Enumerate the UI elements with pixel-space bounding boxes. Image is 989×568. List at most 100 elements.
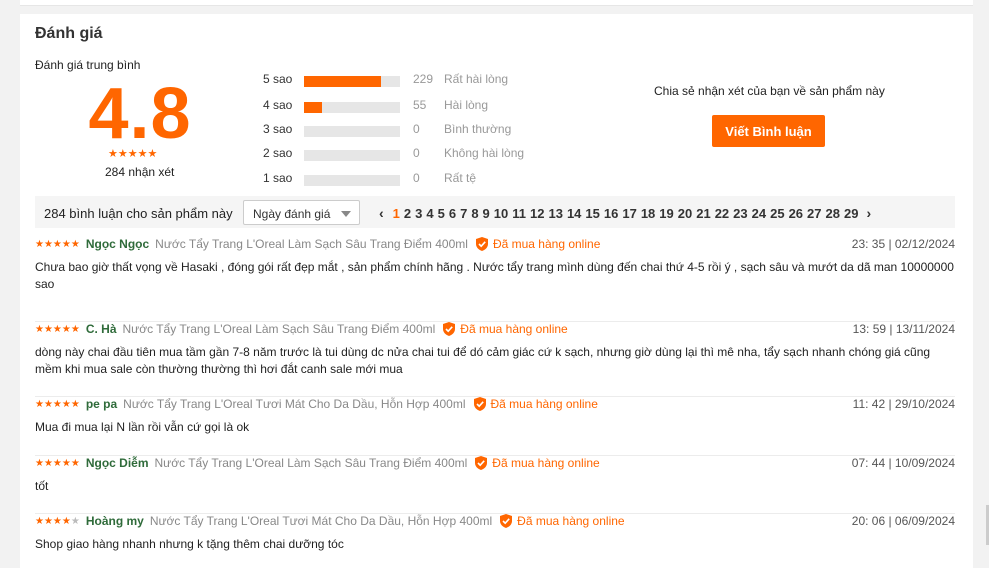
rating-bar [304, 76, 400, 87]
review-count: 284 nhận xét [105, 165, 175, 179]
rating-row-label: 5 sao [263, 72, 293, 86]
top-strip [20, 0, 973, 6]
review-author: Ngọc Diễm [85, 456, 149, 470]
review-stars-empty: ★ [70, 515, 80, 527]
page-link[interactable]: 6 [449, 206, 456, 221]
page-link[interactable]: 12 [530, 206, 544, 221]
verified-purchase-badge: Đã mua hàng online [500, 514, 625, 528]
review-text: Chưa bao giờ thất vọng về Hasaki , đóng … [35, 260, 954, 291]
comment-count: 284 bình luận cho sản phẩm này [44, 206, 233, 221]
review-timestamp: 11: 42 | 29/10/2024 [852, 397, 955, 411]
review-header: ★★★★★ pe pa Nước Tẩy Trang L'Oreal Tươi Má… [35, 397, 598, 411]
verified-purchase-badge: Đã mua hàng online [443, 322, 568, 336]
verified-purchase-badge: Đã mua hàng online [475, 456, 600, 470]
page-link[interactable]: 23 [733, 206, 747, 221]
rating-row-label: 2 sao [263, 146, 293, 160]
review-stars-filled: ★★★★★ [35, 457, 80, 469]
page-link[interactable]: 28 [826, 206, 840, 221]
reviews-section: Đánh giá Đánh giá trung bình 4.8 ★★★★★ 2… [20, 14, 973, 568]
verified-purchase-badge: Đã mua hàng online [475, 237, 601, 251]
page-link[interactable]: 8 [471, 206, 478, 221]
review-stars-filled: ★★★★★ [35, 238, 80, 250]
page-link[interactable]: 2 [404, 206, 411, 221]
page-link[interactable]: 4 [426, 206, 433, 221]
chevron-left-icon[interactable]: ‹ [379, 205, 384, 221]
page-link[interactable]: 3 [415, 206, 422, 221]
page-link[interactable]: 7 [460, 206, 467, 221]
page-link[interactable]: 13 [548, 206, 562, 221]
review-item: ★★★★★ pe pa Nước Tẩy Trang L'Oreal Tươi Má… [35, 397, 955, 456]
review-stars: ★★★★★ [35, 324, 80, 335]
review-text: dòng này chai đầu tiên mua tầm gần 7-8 n… [35, 345, 931, 376]
page-link[interactable]: 24 [752, 206, 766, 221]
review-timestamp: 23: 35 | 02/12/2024 [851, 237, 955, 251]
rating-bar-fill [304, 102, 323, 113]
review-product[interactable]: Nước Tẩy Trang L'Oreal Tươi Mát Cho Da D… [123, 397, 465, 411]
page-link[interactable]: 26 [789, 206, 803, 221]
page-link[interactable]: 11 [512, 206, 526, 221]
review-product[interactable]: Nước Tẩy Trang L'Oreal Làm Sạch Sâu Tran… [123, 322, 436, 336]
sort-select-value: Ngày đánh giá [253, 207, 331, 221]
review-author: C. Hà [85, 322, 117, 336]
shield-check-icon [475, 237, 488, 251]
rating-row-text: Không hài lòng [444, 146, 525, 160]
page-link[interactable]: 25 [770, 206, 784, 221]
rating-row-text: Bình thường [444, 122, 512, 136]
review-header: ★★★★★ Ngọc Diễm Nước Tẩy Trang L'Oreal Làm… [35, 456, 600, 470]
rating-row-count: 55 [413, 98, 427, 112]
rating-row-label: 4 sao [263, 98, 293, 112]
review-stars: ★★★★★ [35, 239, 80, 250]
page-link[interactable]: 10 [494, 206, 508, 221]
rating-row-text: Rất tệ [444, 171, 477, 185]
rating-row-text: Hài lòng [444, 98, 489, 112]
sort-select[interactable]: Ngày đánh giá [243, 200, 360, 225]
page-link[interactable]: 17 [622, 206, 636, 221]
review-item: ★★★★★ C. Hà Nước Tẩy Trang L'Oreal Làm Sạc… [35, 322, 955, 397]
verified-purchase-text: Đã mua hàng online [492, 456, 600, 470]
review-author: pe pa [85, 397, 118, 411]
page-link[interactable]: 19 [659, 206, 673, 221]
page-link[interactable]: 22 [715, 206, 729, 221]
review-text: Mua đi mua lại N lần rồi vẫn cứ gọi là o… [35, 420, 250, 434]
review-stars-filled: ★★★★★ [35, 323, 80, 335]
rating-row-label: 1 sao [263, 171, 293, 185]
page-link[interactable]: 27 [807, 206, 821, 221]
write-review-button[interactable]: Viết Bình luận [712, 115, 825, 147]
verified-purchase-text: Đã mua hàng online [492, 237, 601, 251]
page-link[interactable]: 21 [696, 206, 710, 221]
page-link[interactable]: 18 [641, 206, 655, 221]
chevron-right-icon[interactable]: › [866, 205, 871, 221]
page-link[interactable]: 9 [483, 206, 490, 221]
review-author: Hoàng my [85, 514, 144, 528]
verified-purchase-badge: Đã mua hàng online [473, 397, 598, 411]
rating-row-text: Rất hài lòng [444, 72, 509, 86]
review-item: ★★★★★ Ngọc Ngọc Nước Tẩy Trang L'Oreal Làm… [35, 237, 955, 322]
rating-bar [304, 150, 400, 161]
shield-check-icon [473, 397, 486, 411]
page-link[interactable]: 20 [678, 206, 692, 221]
page-link[interactable]: 15 [585, 206, 599, 221]
share-prompt: Chia sẻ nhận xét của bạn về sản phẩm này [654, 84, 885, 98]
review-timestamp: 20: 06 | 06/09/2024 [851, 514, 955, 528]
average-rating-stars: ★★★★★ [108, 148, 158, 160]
average-rating-score: 4.8 [88, 74, 192, 154]
page-link[interactable]: 29 [844, 206, 858, 221]
review-text: tốt [35, 479, 49, 493]
verified-purchase-text: Đã mua hàng online [490, 397, 598, 411]
review-product[interactable]: Nước Tẩy Trang L'Oreal Làm Sạch Sâu Tran… [155, 237, 468, 251]
rating-bar [304, 126, 400, 137]
review-product[interactable]: Nước Tẩy Trang L'Oreal Tươi Mát Cho Da D… [150, 514, 492, 528]
rating-row-count: 229 [413, 72, 434, 86]
review-product[interactable]: Nước Tẩy Trang L'Oreal Làm Sạch Sâu Tran… [155, 456, 468, 470]
page-link[interactable]: 14 [567, 206, 581, 221]
rating-bar-fill [304, 76, 381, 87]
rating-row-count: 0 [413, 122, 420, 136]
page-link[interactable]: 1 [393, 206, 400, 221]
review-stars: ★★★★★ [35, 516, 80, 527]
page-link[interactable]: 5 [438, 206, 445, 221]
review-timestamp: 13: 59 | 13/11/2024 [852, 322, 955, 336]
page-link[interactable]: 16 [604, 206, 618, 221]
review-stars: ★★★★★ [35, 399, 80, 410]
review-stars: ★★★★★ [35, 458, 80, 469]
verified-purchase-text: Đã mua hàng online [517, 514, 625, 528]
